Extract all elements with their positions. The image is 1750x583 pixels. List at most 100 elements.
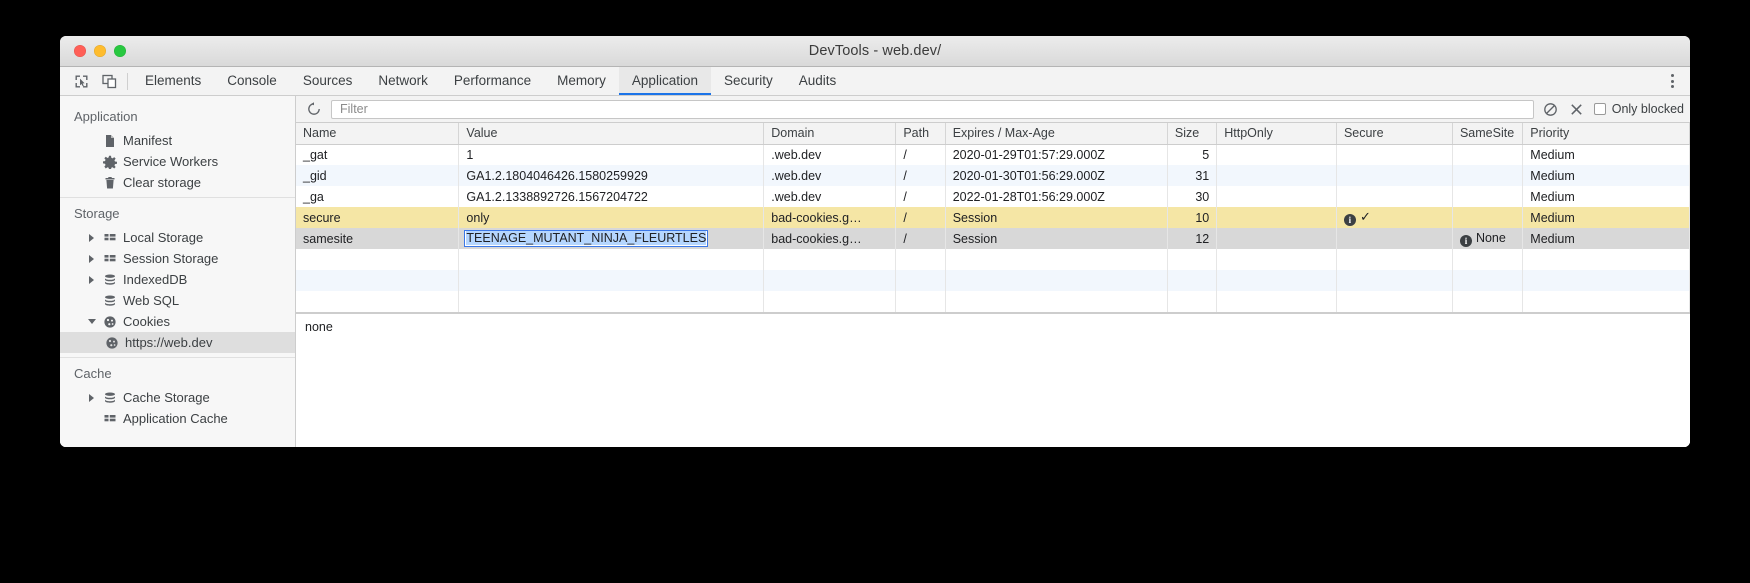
cell-priority[interactable]: Medium [1522, 165, 1690, 186]
cell-path[interactable]: / [895, 165, 946, 186]
cell-name[interactable]: _gid [296, 165, 460, 186]
refresh-icon[interactable] [305, 100, 323, 118]
column-header-size[interactable]: Size [1167, 123, 1218, 145]
cell-secure[interactable] [1336, 228, 1453, 249]
sidebar-item-cookies-webdev[interactable]: https://web.dev [60, 332, 295, 353]
cell-secure[interactable]: i ✓ [1336, 207, 1453, 228]
cell-value[interactable]: GA1.2.1338892726.1567204722 [458, 186, 765, 207]
inspect-element-icon[interactable] [73, 73, 90, 90]
cell-path[interactable]: / [895, 144, 946, 165]
cell-path[interactable]: / [895, 228, 946, 249]
table-row[interactable]: samesite TEENAGE_MUTANT_NINJA_FLEURTLES … [296, 228, 1690, 249]
sidebar-item-manifest[interactable]: Manifest [60, 130, 295, 151]
sidebar-item-application-cache[interactable]: Application Cache [60, 408, 295, 429]
cell-samesite[interactable]: i None [1452, 228, 1524, 249]
column-header-secure[interactable]: Secure [1336, 123, 1453, 145]
only-blocked-checkbox[interactable]: Only blocked [1593, 102, 1684, 116]
column-header-httponly[interactable]: HttpOnly [1216, 123, 1337, 145]
tab-performance[interactable]: Performance [441, 67, 544, 95]
cell-priority[interactable]: Medium [1522, 228, 1690, 249]
cell-domain[interactable]: bad-cookies.g… [763, 228, 897, 249]
cell-samesite[interactable] [1452, 207, 1524, 228]
column-header-expires[interactable]: Expires / Max-Age [945, 123, 1168, 145]
cell-expires[interactable]: 2020-01-29T01:57:29.000Z [945, 144, 1168, 165]
cell-httponly[interactable] [1216, 165, 1337, 186]
sidebar-item-clear-storage[interactable]: Clear storage [60, 172, 295, 193]
sidebar-item-service-workers[interactable]: Service Workers [60, 151, 295, 172]
cell-samesite[interactable] [1452, 186, 1524, 207]
cell-secure[interactable] [1336, 144, 1453, 165]
cell-expires[interactable]: 2020-01-30T01:56:29.000Z [945, 165, 1168, 186]
chevron-right-icon[interactable] [88, 275, 97, 284]
block-icon[interactable] [1542, 100, 1560, 118]
column-header-name[interactable]: Name [296, 123, 460, 145]
table-row[interactable]: secure only bad-cookies.g… / Session 10 … [296, 207, 1690, 228]
cell-size[interactable]: 5 [1167, 144, 1218, 165]
cell-domain[interactable]: .web.dev [763, 186, 897, 207]
cell-priority[interactable]: Medium [1522, 207, 1690, 228]
info-icon[interactable]: i [1343, 214, 1356, 226]
tab-application[interactable]: Application [618, 67, 711, 95]
cell-samesite[interactable] [1452, 144, 1524, 165]
cell-httponly[interactable] [1216, 186, 1337, 207]
device-toolbar-icon[interactable] [101, 73, 118, 90]
column-header-path[interactable]: Path [895, 123, 946, 145]
value-cell-editor[interactable]: TEENAGE_MUTANT_NINJA_FLEURTLES [464, 230, 709, 247]
cell-domain[interactable]: .web.dev [763, 165, 897, 186]
cell-path[interactable]: / [895, 186, 946, 207]
cell-value[interactable]: TEENAGE_MUTANT_NINJA_FLEURTLES [458, 228, 765, 249]
cell-domain[interactable]: bad-cookies.g… [763, 207, 897, 228]
info-icon[interactable]: i [1459, 234, 1472, 247]
chevron-down-icon[interactable] [88, 317, 97, 326]
sidebar-item-indexeddb[interactable]: IndexedDB [60, 269, 295, 290]
sidebar-item-session-storage[interactable]: Session Storage [60, 248, 295, 269]
tab-audits[interactable]: Audits [786, 67, 850, 95]
cell-name[interactable]: samesite [296, 228, 460, 249]
table-empty-row[interactable] [296, 249, 1690, 270]
cell-priority[interactable]: Medium [1522, 186, 1690, 207]
checkbox-box[interactable] [1593, 103, 1606, 115]
cell-secure[interactable] [1336, 186, 1453, 207]
cell-priority[interactable]: Medium [1522, 144, 1690, 165]
table-empty-row[interactable] [296, 291, 1690, 312]
cell-name[interactable]: secure [296, 207, 460, 228]
column-header-samesite[interactable]: SameSite [1452, 123, 1524, 145]
cell-size[interactable]: 31 [1167, 165, 1218, 186]
tab-console[interactable]: Console [214, 67, 290, 95]
chevron-right-icon[interactable] [88, 393, 97, 402]
tab-sources[interactable]: Sources [290, 67, 366, 95]
tab-security[interactable]: Security [711, 67, 786, 95]
close-x-icon[interactable] [1568, 100, 1586, 118]
cell-httponly[interactable] [1216, 228, 1337, 249]
cell-value[interactable]: GA1.2.1804046426.1580259929 [458, 165, 765, 186]
column-header-domain[interactable]: Domain [763, 123, 897, 145]
cell-name[interactable]: _ga [296, 186, 460, 207]
column-header-priority[interactable]: Priority [1522, 123, 1690, 145]
chevron-right-icon[interactable] [88, 233, 97, 242]
cell-httponly[interactable] [1216, 207, 1337, 228]
cell-size[interactable]: 30 [1167, 186, 1218, 207]
sidebar-item-cache-storage[interactable]: Cache Storage [60, 387, 295, 408]
cell-name[interactable]: _gat [296, 144, 460, 165]
chevron-right-icon[interactable] [88, 254, 97, 263]
filter-input-wrapper[interactable] [331, 99, 1534, 119]
cell-httponly[interactable] [1216, 144, 1337, 165]
tab-memory[interactable]: Memory [544, 67, 619, 95]
cell-expires[interactable]: Session [945, 207, 1168, 228]
table-row[interactable]: _ga GA1.2.1338892726.1567204722 .web.dev… [296, 186, 1690, 207]
tab-elements[interactable]: Elements [132, 67, 214, 95]
cell-size[interactable]: 12 [1167, 228, 1218, 249]
more-options-icon[interactable] [1664, 73, 1680, 89]
cell-size[interactable]: 10 [1167, 207, 1218, 228]
cell-expires[interactable]: 2022-01-28T01:56:29.000Z [945, 186, 1168, 207]
column-header-value[interactable]: Value [458, 123, 765, 145]
sidebar-item-web-sql[interactable]: Web SQL [60, 290, 295, 311]
cell-secure[interactable] [1336, 165, 1453, 186]
sidebar-item-local-storage[interactable]: Local Storage [60, 227, 295, 248]
table-row[interactable]: _gat 1 .web.dev / 2020-01-29T01:57:29.00… [296, 144, 1690, 165]
cell-value[interactable]: 1 [458, 144, 765, 165]
table-row[interactable]: _gid GA1.2.1804046426.1580259929 .web.de… [296, 165, 1690, 186]
cell-path[interactable]: / [895, 207, 946, 228]
filter-input[interactable] [338, 101, 1527, 117]
sidebar-item-cookies[interactable]: Cookies [60, 311, 295, 332]
